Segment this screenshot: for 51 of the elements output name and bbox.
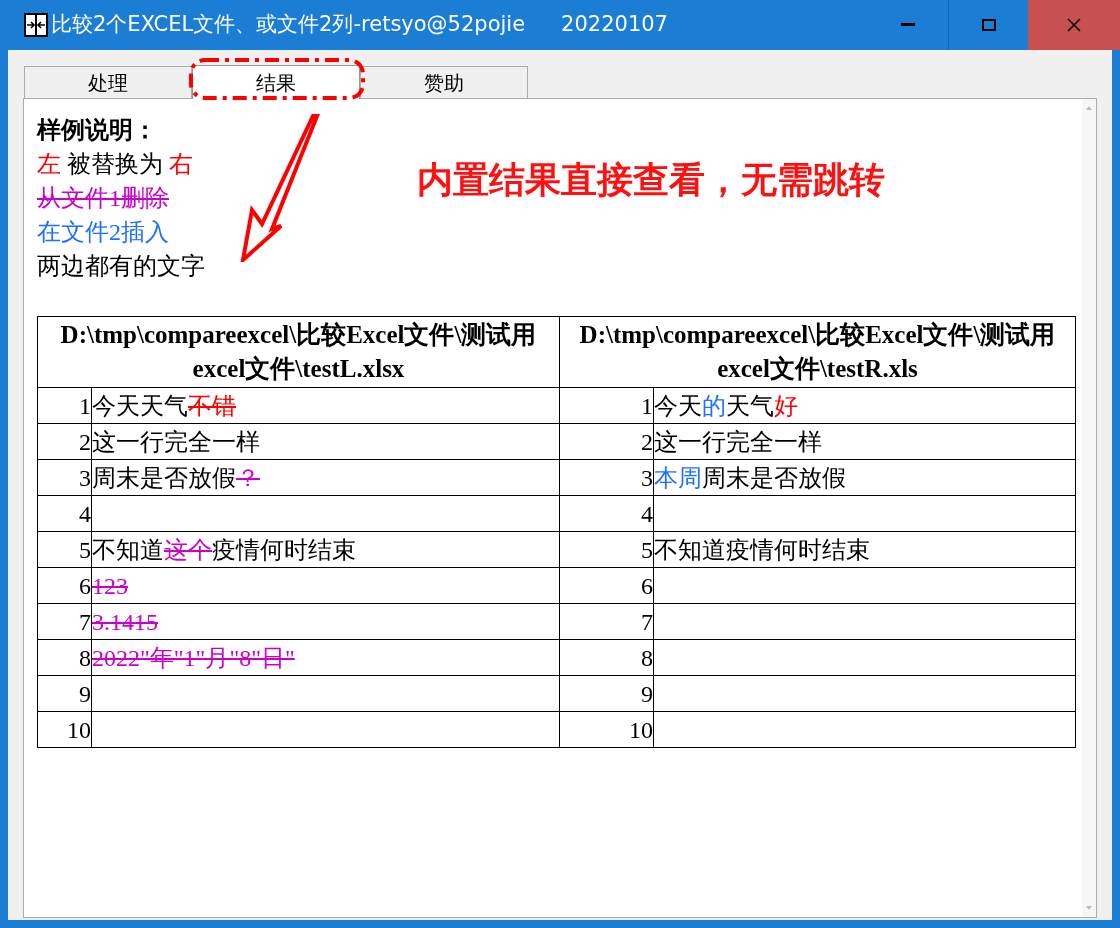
legend-title: 样例说明： xyxy=(37,116,158,145)
row-number: 6 xyxy=(37,567,92,604)
table-cell: 这一行完全一样 xyxy=(92,428,260,455)
table-cell: 不知道这个疫情何时结束 xyxy=(92,536,356,563)
table-cell: 周末是否放假？ xyxy=(92,464,260,491)
row-number: 2 xyxy=(559,423,654,460)
close-icon xyxy=(1067,18,1081,32)
maximize-icon xyxy=(981,19,996,31)
tab[interactable]: 结果 xyxy=(192,65,360,99)
row-number: 1 xyxy=(37,387,92,424)
minimize-icon xyxy=(901,23,915,27)
annotation-text: 内置结果直接查看，无需跳转 xyxy=(417,159,885,200)
legend-line: 在文件2插入 xyxy=(37,219,169,245)
legend-line: 从文件1删除 xyxy=(37,185,169,211)
table-cell: 本周周末是否放假 xyxy=(654,464,846,491)
legend-line: 两边都有的文字 xyxy=(37,253,205,279)
row-number: 4 xyxy=(37,495,92,532)
tab[interactable]: 处理 xyxy=(24,66,192,98)
compare-icon xyxy=(24,13,48,37)
row-number: 8 xyxy=(37,639,92,676)
row-number: 3 xyxy=(559,459,654,496)
table-cell: 2022"年"1"月"8"日" xyxy=(92,644,295,671)
row-number: 6 xyxy=(559,567,654,604)
table-cell: 3.1415 xyxy=(92,608,158,635)
scroll-up-icon xyxy=(1086,105,1092,111)
row-number: 10 xyxy=(37,711,92,748)
row-number: 7 xyxy=(559,603,654,640)
table-cell: 不知道疫情何时结束 xyxy=(654,536,870,563)
table-cell: 今天天气不错 xyxy=(92,392,236,419)
row-number: 2 xyxy=(37,423,92,460)
scroll-down-icon xyxy=(1086,905,1092,911)
version-label: 20220107 xyxy=(561,11,668,39)
row-number: 10 xyxy=(559,711,654,748)
row-number: 5 xyxy=(559,531,654,568)
column-header: D:\tmp\compareexcel\比较Excel文件\测试用excel文件\testR.xls xyxy=(559,316,1076,388)
tab[interactable]: 赞助 xyxy=(360,66,528,98)
row-number: 3 xyxy=(37,459,92,496)
row-number: 9 xyxy=(559,675,654,712)
table-cell: 这一行完全一样 xyxy=(654,428,822,455)
row-number: 4 xyxy=(559,495,654,532)
row-number: 7 xyxy=(37,603,92,640)
row-number: 8 xyxy=(559,639,654,676)
row-number: 5 xyxy=(37,531,92,568)
row-number: 1 xyxy=(559,387,654,424)
window-title: 比较2个EXCEL文件、或文件2列-retsyo@52pojie xyxy=(51,11,526,39)
row-number: 9 xyxy=(37,675,92,712)
legend-line: 左 被替换为 右 xyxy=(37,151,193,177)
table-cell: 今天的天气好 xyxy=(654,392,798,419)
table-cell: 123 xyxy=(92,572,128,599)
column-header: D:\tmp\compareexcel\比较Excel文件\测试用excel文件\testL.xlsx xyxy=(37,316,560,388)
scrollbar[interactable] xyxy=(1082,99,1096,917)
